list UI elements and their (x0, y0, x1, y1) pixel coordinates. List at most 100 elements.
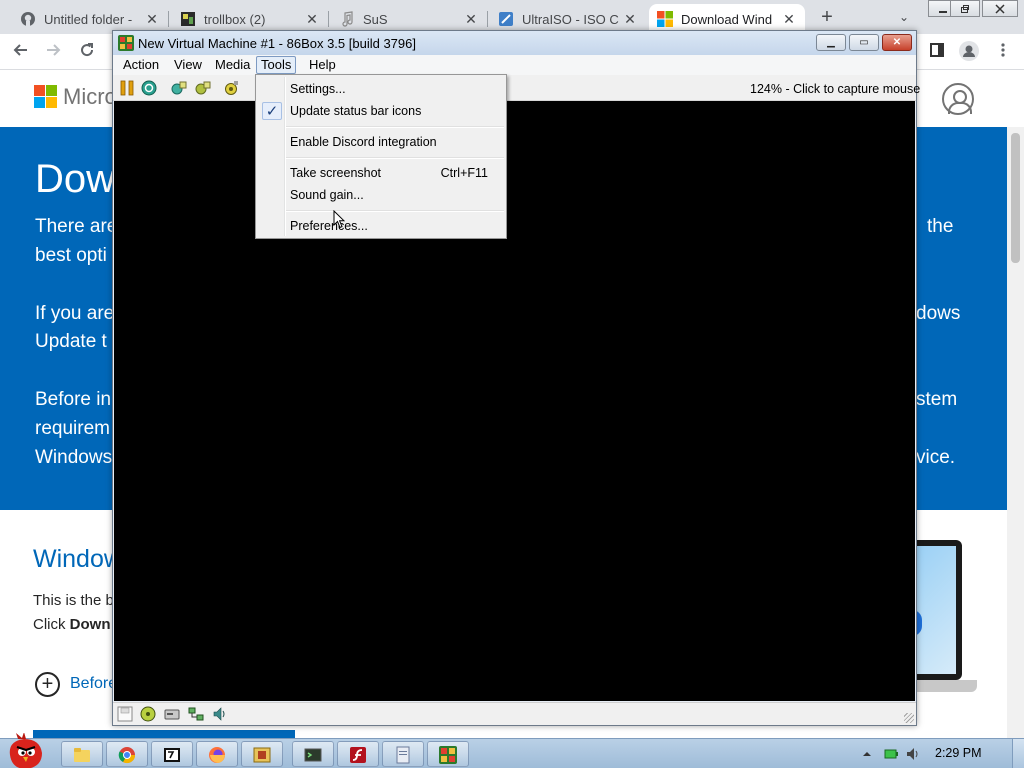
banner-text: Before in (35, 389, 112, 410)
forward-button[interactable] (42, 41, 64, 63)
before-link[interactable]: Before (70, 675, 117, 693)
tab-search-icon[interactable]: ⌄ (896, 9, 912, 25)
hard-disk-icon[interactable] (164, 706, 180, 722)
vm-title-bar[interactable]: New Virtual Machine #1 - 86Box 3.5 [buil… (113, 31, 916, 55)
taskbar-notepad[interactable] (382, 741, 424, 767)
profile-icon (959, 41, 979, 61)
microsoft-logo-icon[interactable] (34, 85, 57, 108)
page-scrollbar[interactable] (1007, 127, 1024, 738)
menu-item-label: Preferences... (290, 219, 368, 233)
menu-item-take-screenshot[interactable]: Take screenshot Ctrl+F11 (258, 162, 504, 184)
back-button[interactable] (10, 41, 32, 63)
ctrl-alt-esc-icon[interactable] (195, 80, 211, 96)
taskbar-terminal[interactable] (292, 741, 334, 767)
account-icon[interactable] (942, 83, 974, 115)
maximize-icon: ▭ (859, 37, 869, 48)
tab-title: SuS (363, 11, 388, 27)
browser-menu-button[interactable] (992, 41, 1014, 63)
resize-grip[interactable] (904, 713, 914, 723)
profile-button[interactable] (958, 41, 980, 63)
back-arrow-icon (13, 44, 27, 56)
flash-icon (350, 747, 366, 763)
menu-item-sound-gain[interactable]: Sound gain... (258, 184, 504, 206)
menu-item-preferences[interactable]: Preferences... (258, 215, 504, 237)
vm-display[interactable] (114, 101, 915, 701)
browser-tab-strip: Untitled folder - ✕ trollbox (2) ✕ SuS ✕… (0, 0, 1024, 34)
battery-icon[interactable] (884, 747, 898, 761)
browser-close-button[interactable] (982, 0, 1018, 17)
banner-text: vice. (916, 447, 956, 468)
menu-item-settings[interactable]: Settings... (258, 78, 504, 100)
tray-expand-icon[interactable] (860, 747, 874, 761)
menu-item-label: Sound gain... (290, 188, 364, 202)
menu-tools[interactable]: Tools (256, 56, 297, 74)
mouse-cursor-icon (333, 210, 345, 229)
vm-window-title: New Virtual Machine #1 - 86Box 3.5 [buil… (138, 36, 416, 51)
vm-minimize-button[interactable]: ▁ (816, 34, 846, 51)
taskbar-explorer[interactable] (61, 741, 103, 767)
settings-gear-icon[interactable] (223, 80, 239, 96)
86box-window: New Virtual Machine #1 - 86Box 3.5 [buil… (112, 30, 920, 726)
close-tab-icon[interactable]: ✕ (144, 11, 160, 27)
tab-title: Download Wind (681, 11, 773, 27)
sound-icon[interactable] (212, 706, 228, 722)
menu-item-update-status-bar-icons[interactable]: ✓ Update status bar icons (258, 100, 504, 122)
restore-icon (961, 5, 969, 13)
taskbar-archive[interactable] (241, 741, 283, 767)
vm-toolbar: 124% - Click to capture mouse (113, 75, 920, 101)
ctrl-alt-del-icon[interactable] (171, 80, 187, 96)
taskbar-chrome[interactable] (106, 741, 148, 767)
side-panel-button[interactable] (926, 41, 948, 63)
laptop-image (912, 540, 962, 680)
expand-plus-icon[interactable]: + (35, 672, 60, 697)
close-icon (995, 4, 1005, 14)
chrome-icon (118, 747, 136, 764)
show-desktop-button[interactable] (1012, 739, 1024, 768)
banner-text: Windows (35, 447, 113, 468)
microsoft-logo-icon (657, 11, 673, 27)
tab-title: Untitled folder - (44, 11, 133, 27)
close-tab-icon[interactable]: ✕ (622, 11, 638, 27)
taskbar-clock[interactable]: 2:29 PM (935, 746, 982, 760)
browser-restore-button[interactable] (950, 0, 980, 17)
laptop-base-image (912, 680, 977, 692)
reload-icon (81, 43, 94, 57)
section-text: This is the b (33, 592, 114, 609)
new-tab-button[interactable]: + (815, 7, 839, 29)
banner-text: There are (35, 216, 118, 237)
menu-media[interactable]: Media (210, 56, 255, 74)
taskbar-7zip[interactable] (151, 741, 193, 767)
hard-reset-icon[interactable] (141, 80, 157, 96)
start-button-angry-bird-icon[interactable] (4, 733, 48, 768)
close-tab-icon[interactable]: ✕ (781, 11, 797, 27)
network-icon[interactable] (188, 706, 204, 722)
section-text-bold: Down (69, 616, 111, 633)
taskbar-firefox[interactable] (196, 741, 238, 767)
vm-menu-bar: Action View Media Tools Help (113, 55, 916, 75)
tools-dropdown-menu: Settings... ✓ Update status bar icons En… (255, 74, 507, 239)
volume-icon[interactable] (906, 747, 920, 761)
music-note-icon (342, 11, 353, 27)
ms-page-title: Dow (35, 157, 116, 201)
vm-close-button[interactable]: ✕ (882, 34, 912, 51)
pause-icon[interactable] (119, 80, 135, 96)
menu-separator (286, 210, 504, 212)
minimize-icon: ▁ (827, 37, 835, 48)
close-tab-icon[interactable]: ✕ (463, 11, 479, 27)
reload-button[interactable] (76, 41, 98, 63)
checkmark-icon: ✓ (262, 102, 282, 120)
menu-item-shortcut: Ctrl+F11 (440, 166, 488, 180)
taskbar-flash[interactable] (337, 741, 379, 767)
vm-maximize-button[interactable]: ▭ (849, 34, 879, 51)
vm-capture-status[interactable]: 124% - Click to capture mouse (750, 82, 920, 96)
menu-item-enable-discord-integration[interactable]: Enable Discord integration (258, 131, 504, 153)
floppy-drive-icon[interactable] (117, 706, 133, 722)
menu-view[interactable]: View (169, 56, 207, 74)
cdrom-drive-icon[interactable] (140, 706, 156, 722)
taskbar-86box[interactable] (427, 741, 469, 767)
more-vertical-icon (1001, 43, 1005, 57)
menu-action[interactable]: Action (118, 56, 164, 74)
close-tab-icon[interactable]: ✕ (304, 11, 320, 27)
menu-help[interactable]: Help (304, 56, 341, 74)
scrollbar-thumb[interactable] (1011, 133, 1020, 263)
